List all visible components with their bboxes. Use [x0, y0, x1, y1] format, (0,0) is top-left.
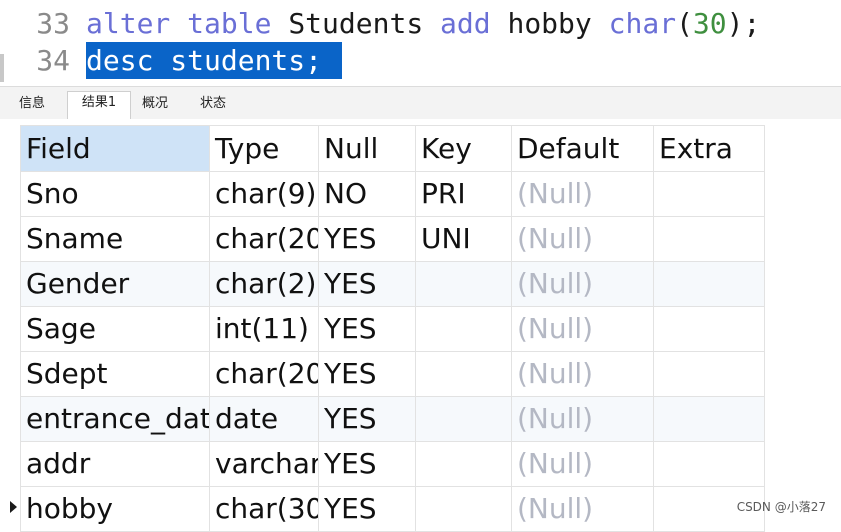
current-row-arrow-icon [10, 501, 17, 513]
cell-default[interactable]: (Null) [511, 486, 654, 532]
cell-type[interactable]: char(2) [209, 261, 319, 307]
cell-null[interactable]: YES [318, 261, 416, 307]
cell-field[interactable]: Gender [20, 261, 210, 307]
column-header-extra[interactable]: Extra [653, 125, 765, 172]
cell-key[interactable] [415, 396, 512, 442]
cell-default[interactable]: (Null) [511, 261, 654, 307]
watermark: CSDN @小落27 [736, 500, 826, 514]
result-grid[interactable]: Field Type Null Key Default Extra Sno ch… [0, 119, 841, 532]
open-paren: ( [676, 7, 693, 40]
code-line-34[interactable]: 34 desc students; [0, 42, 343, 79]
column-name: hobby [507, 7, 592, 40]
cell-null[interactable]: YES [318, 216, 416, 262]
cell-key[interactable] [415, 486, 512, 532]
cell-default[interactable]: (Null) [511, 216, 654, 262]
cell-type[interactable]: date [209, 396, 319, 442]
cell-field[interactable]: Sname [20, 216, 210, 262]
cell-type[interactable]: char(20 [209, 216, 319, 262]
table-name: Students [288, 7, 424, 40]
type-keyword: char [608, 7, 677, 40]
cell-key[interactable]: PRI [415, 171, 512, 217]
column-header-type[interactable]: Type [209, 125, 319, 172]
table-row[interactable]: hobby char(30 YES (Null) [20, 486, 765, 532]
sql-editor[interactable]: 33 alter table Students add hobby char(30… [0, 0, 841, 85]
cell-type[interactable]: int(11) [209, 306, 319, 352]
cell-key[interactable] [415, 261, 512, 307]
table-row[interactable]: Gender char(2) YES (Null) [20, 261, 765, 307]
cell-field[interactable]: addr [20, 441, 210, 487]
result-tabbar: 信息 结果1 概况 状态 [0, 86, 841, 120]
cell-null[interactable]: YES [318, 351, 416, 397]
column-header-field[interactable]: Field [20, 125, 210, 172]
cell-key[interactable] [415, 351, 512, 397]
cell-type[interactable]: varchar [209, 441, 319, 487]
cell-null[interactable]: YES [318, 441, 416, 487]
close-paren: ); [726, 7, 761, 40]
cell-type[interactable]: char(30 [209, 486, 319, 532]
cell-field[interactable]: Sdept [20, 351, 210, 397]
result-table[interactable]: Field Type Null Key Default Extra Sno ch… [20, 125, 765, 532]
cell-default[interactable]: (Null) [511, 171, 654, 217]
line-number: 34 [36, 44, 70, 77]
table-row[interactable]: addr varchar YES (Null) [20, 441, 765, 487]
tab-result1[interactable]: 结果1 [67, 91, 131, 120]
code-line-33[interactable]: 33 alter table Students add hobby char(30… [0, 6, 760, 42]
cell-key[interactable] [415, 441, 512, 487]
cell-key[interactable] [415, 306, 512, 352]
table-row[interactable]: Sno char(9) NO PRI (Null) [20, 171, 765, 217]
table-row[interactable]: Sname char(20 YES UNI (Null) [20, 216, 765, 262]
cell-extra[interactable] [653, 171, 765, 217]
cell-null[interactable]: YES [318, 486, 416, 532]
cell-field[interactable]: Sage [20, 306, 210, 352]
table-row[interactable]: Sage int(11) YES (Null) [20, 306, 765, 352]
tab-info[interactable]: 信息 [6, 93, 58, 117]
cell-extra[interactable] [653, 351, 765, 397]
cell-key[interactable]: UNI [415, 216, 512, 262]
header-row: Field Type Null Key Default Extra [20, 125, 765, 172]
cell-null[interactable]: YES [318, 396, 416, 442]
cell-field[interactable]: entrance_dat [20, 396, 210, 442]
cell-extra[interactable] [653, 216, 765, 262]
keyword-table: table [187, 7, 272, 40]
selected-statement[interactable]: desc students; [86, 42, 343, 79]
keyword-alter: alter [86, 7, 171, 40]
cell-null[interactable]: YES [318, 306, 416, 352]
column-header-default[interactable]: Default [511, 125, 654, 172]
cell-type[interactable]: char(20 [209, 351, 319, 397]
cell-extra[interactable] [653, 306, 765, 352]
column-header-key[interactable]: Key [415, 125, 512, 172]
table-row[interactable]: Sdept char(20 YES (Null) [20, 351, 765, 397]
cell-field[interactable]: hobby [20, 486, 210, 532]
cell-default[interactable]: (Null) [511, 306, 654, 352]
cell-extra[interactable] [653, 396, 765, 442]
column-header-null[interactable]: Null [318, 125, 416, 172]
cell-extra[interactable] [653, 441, 765, 487]
tab-status[interactable]: 状态 [189, 93, 237, 117]
cell-default[interactable]: (Null) [511, 351, 654, 397]
cell-field[interactable]: Sno [20, 171, 210, 217]
tab-overview[interactable]: 概况 [131, 93, 179, 117]
cell-default[interactable]: (Null) [511, 441, 654, 487]
line-number: 33 [36, 7, 70, 40]
cell-type[interactable]: char(9) [209, 171, 319, 217]
cell-null[interactable]: NO [318, 171, 416, 217]
cell-extra[interactable] [653, 261, 765, 307]
cell-default[interactable]: (Null) [511, 396, 654, 442]
table-row[interactable]: entrance_dat date YES (Null) [20, 396, 765, 442]
row-header-column [0, 119, 20, 523]
keyword-add: add [440, 7, 491, 40]
size-number: 30 [692, 7, 727, 40]
